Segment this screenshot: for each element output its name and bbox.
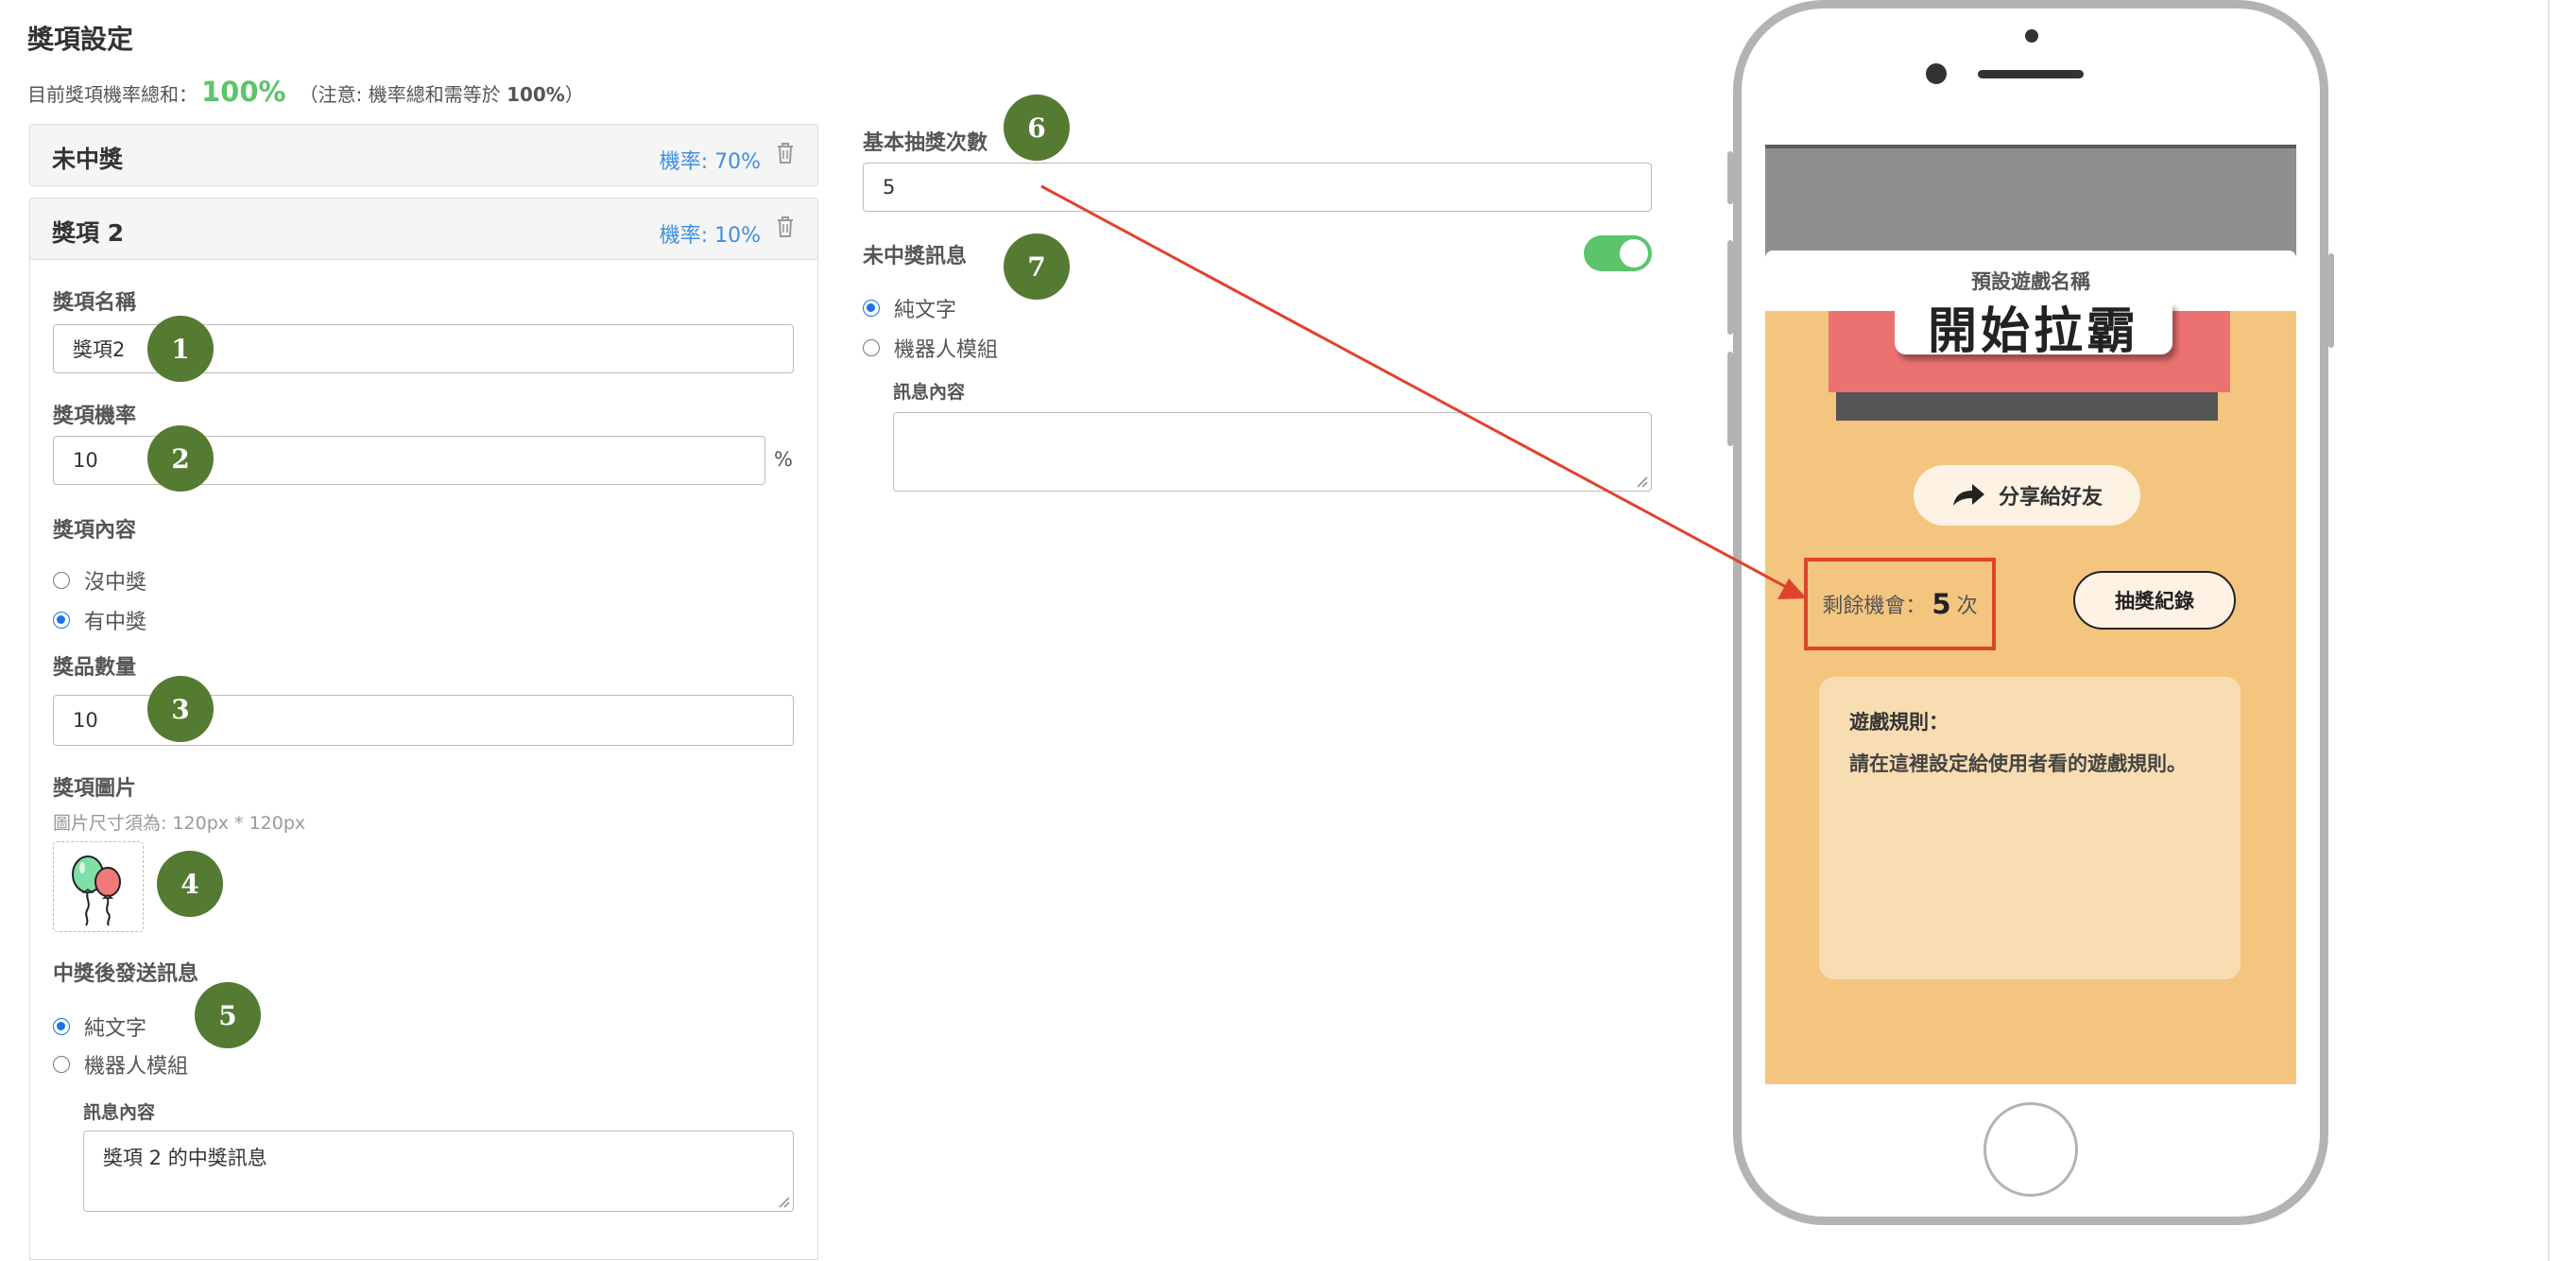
phone-home-button [1984,1102,2078,1197]
remaining-chances: 剩餘機會： 5 次 [1804,558,1996,650]
summary-label: 目前獎項機率總和： [27,83,197,106]
remaining-count: 5 [1932,588,1951,620]
step-badge: 1 [147,316,214,382]
prize-image-upload[interactable] [53,841,144,932]
radio-no-win-msg-bot[interactable]: 機器人模組 [863,333,998,363]
rules-body: 請在這裡設定給使用者看的遊戲規則。 [1849,752,2187,775]
radio-button-selected[interactable] [863,300,880,317]
phone-side-button [1727,151,1733,204]
rules-title: 遊戲規則： [1849,711,1949,734]
radio-win[interactable]: 有中獎 [53,605,146,635]
game-rules-box: 遊戲規則： 請在這裡設定給使用者看的遊戲規則。 [1819,677,2241,979]
no-win-message-toggle[interactable] [1584,235,1652,271]
no-win-message-textarea[interactable] [893,412,1652,492]
no-win-message-content-label: 訊息內容 [893,382,966,403]
step-badge: 6 [1004,95,1070,161]
prize-name: 未中獎 [52,146,124,173]
step-badge: 3 [147,676,214,742]
preview-top-area [1765,145,2296,266]
start-slot-sign[interactable]: 開始拉霸 [1895,302,2172,354]
phone-speaker [1978,70,2084,78]
step-badge: 5 [195,982,261,1048]
prize-image-hint: 圖片尺寸須為: 120px * 120px [53,813,306,834]
win-message-text: 獎項 2 的中獎訊息 [103,1147,267,1169]
percent-unit: % [774,448,793,471]
phone-sensor [2025,29,2038,43]
prize-probability-label: 獎項機率 [53,405,137,428]
prize-name-label: 獎項名稱 [53,291,137,315]
share-arrow-icon [1952,484,1984,506]
prize-quantity-label: 獎品數量 [53,656,137,680]
prize-image-label: 獎項圖片 [53,777,137,801]
step-badge: 2 [147,425,214,492]
base-draw-count-label: 基本抽獎次數 [863,131,988,155]
page-scrollbar[interactable] [2548,0,2550,1261]
radio-win-msg-bot[interactable]: 機器人模組 [53,1049,188,1080]
share-button[interactable]: 分享給好友 [1914,465,2140,526]
radio-no-win-msg-text[interactable]: 純文字 [863,293,956,323]
radio-button-selected[interactable] [53,1018,70,1035]
phone-side-button [2328,253,2334,348]
radio-button-selected[interactable] [53,612,70,629]
step-badge: 7 [1004,233,1070,300]
prize-item-no-win[interactable]: 未中獎 機率: 70% [29,124,818,186]
radio-button[interactable] [53,1056,70,1073]
step-badge: 4 [157,851,223,917]
prize-name: 獎項 2 [52,219,125,247]
radio-win-msg-text[interactable]: 純文字 [53,1011,146,1042]
phone-side-button [1727,352,1733,446]
draw-record-button[interactable]: 抽獎紀錄 [2073,571,2236,630]
win-message-label: 中獎後發送訊息 [53,962,199,986]
trash-icon[interactable] [776,142,795,164]
phone-side-button [1727,240,1733,335]
no-win-message-label: 未中獎訊息 [863,245,968,268]
radio-button[interactable] [863,339,880,356]
phone-camera [1926,63,1947,84]
summary-percent: 100% [201,76,286,108]
win-message-content-label: 訊息內容 [83,1102,156,1123]
prize-rate: 機率: 10% [659,224,761,248]
balloons-icon [72,855,121,926]
resize-handle-icon[interactable] [1635,475,1648,488]
summary-note: （注意: 機率總和需等於 100%） [299,83,584,106]
probability-summary: 目前獎項機率總和： 100% （注意: 機率總和需等於 100%） [27,76,584,108]
slot-banner-base [1836,392,2218,421]
prize-rate: 機率: 70% [659,150,761,174]
trash-icon[interactable] [776,216,795,238]
radio-button[interactable] [53,572,70,589]
radio-no-win[interactable]: 沒中獎 [53,565,146,596]
prize-item-2[interactable]: 獎項 2 機率: 10% [29,198,818,260]
resize-handle-icon[interactable] [777,1195,790,1208]
base-draw-count-input[interactable]: 5 [863,163,1652,212]
page-title: 獎項設定 [27,24,134,55]
win-message-textarea[interactable]: 獎項 2 的中獎訊息 [83,1131,794,1212]
prize-content-label: 獎項內容 [53,519,137,543]
